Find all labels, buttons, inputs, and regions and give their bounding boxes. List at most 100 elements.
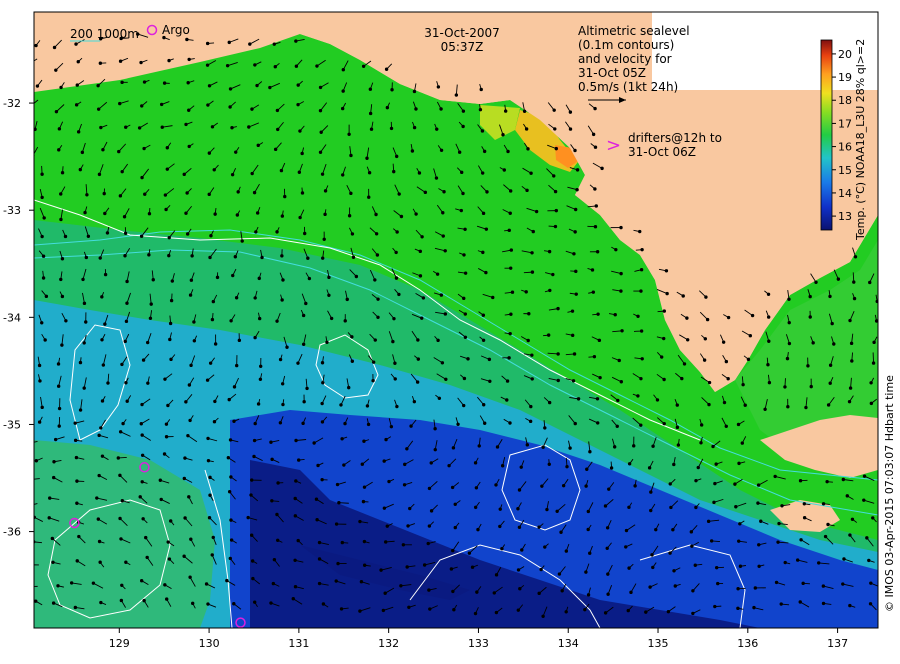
velocity-arrowhead [827, 523, 829, 525]
velocity-arrowhead [628, 506, 630, 508]
velocity-arrowhead [805, 406, 807, 408]
velocity-arrowhead [738, 540, 740, 542]
velocity-arrowhead [126, 302, 128, 304]
velocity-arrowhead [286, 346, 288, 348]
velocity-arrowhead [355, 275, 357, 277]
velocity-arrowhead [595, 205, 597, 207]
velocity-arrowhead [462, 192, 464, 194]
velocity-arrowhead [186, 38, 188, 40]
velocity-arrowhead [485, 271, 487, 273]
velocity-arrowhead [538, 526, 540, 528]
velocity-arrowhead [104, 323, 106, 325]
velocity-arrowhead [209, 362, 211, 364]
velocity-arrowhead [589, 451, 591, 453]
velocity-arrowhead [279, 422, 281, 424]
velocity-arrowhead [464, 313, 466, 315]
velocity-arrowhead [348, 386, 350, 388]
velocity-arrowhead [79, 409, 81, 411]
velocity-arrowhead [298, 171, 300, 173]
velocity-arrowhead [122, 422, 124, 424]
velocity-arrowhead [462, 125, 464, 127]
velocity-arrowhead [183, 173, 185, 175]
velocity-arrowhead [145, 536, 147, 538]
velocity-arrowhead [302, 422, 304, 424]
velocity-arrowhead [837, 278, 839, 280]
velocity-arrowhead [703, 359, 705, 361]
velocity-arrowhead [639, 230, 641, 232]
velocity-arrowhead [188, 384, 190, 386]
velocity-arrowhead [335, 580, 337, 582]
velocity-arrowhead [444, 250, 446, 252]
velocity-arrowhead [799, 479, 801, 481]
velocity-arrowhead [408, 606, 410, 608]
colorbar-tick-label: 14 [838, 187, 852, 200]
velocity-arrowhead [101, 339, 103, 341]
sst-map: 129130131132133134135136137 -32-33-34-35… [0, 0, 900, 660]
velocity-arrowhead [870, 382, 872, 384]
drifters-line-2: 31-Oct 06Z [628, 145, 696, 159]
velocity-arrowhead [587, 510, 589, 512]
velocity-arrowhead [558, 573, 560, 575]
velocity-arrowhead [477, 528, 479, 530]
velocity-arrowhead [429, 608, 431, 610]
velocity-arrowhead [391, 89, 393, 91]
velocity-arrowhead [529, 420, 531, 422]
velocity-arrowhead [436, 273, 438, 275]
velocity-arrowhead [502, 134, 504, 136]
velocity-arrowhead [297, 539, 299, 541]
velocity-arrowhead [573, 253, 575, 255]
velocity-arrowhead [531, 354, 533, 356]
velocity-arrowhead [189, 419, 191, 421]
velocity-arrowhead [610, 467, 612, 469]
velocity-arrowhead [774, 475, 776, 477]
velocity-arrowhead [253, 455, 255, 457]
velocity-arrowhead [873, 341, 875, 343]
velocity-arrowhead [395, 155, 397, 157]
velocity-arrowhead [230, 476, 232, 478]
velocity-arrowhead [851, 360, 853, 362]
velocity-arrowhead [650, 509, 652, 511]
velocity-arrowhead [237, 191, 239, 193]
velocity-arrowhead [97, 84, 99, 86]
velocity-arrowhead [31, 478, 33, 480]
velocity-arrowhead [400, 585, 402, 587]
velocity-arrowhead [251, 108, 253, 110]
velocity-arrowhead [251, 560, 253, 562]
velocity-arrowhead [143, 147, 145, 149]
velocity-arrowhead [666, 292, 668, 294]
velocity-arrowhead [796, 559, 798, 561]
velocity-arrowhead [166, 168, 168, 170]
velocity-arrowhead [697, 466, 699, 468]
velocity-arrowhead [686, 317, 688, 319]
velocity-arrowhead [597, 313, 599, 315]
velocity-arrowhead [350, 192, 352, 194]
velocity-arrowhead [598, 339, 600, 341]
velocity-arrowhead [235, 297, 237, 299]
velocity-arrowhead [458, 151, 460, 153]
velocity-arrowhead [187, 434, 189, 436]
velocity-arrowhead [308, 277, 310, 279]
y-tick-label: -32 [3, 97, 21, 110]
velocity-arrowhead [121, 584, 123, 586]
velocity-arrowhead [812, 342, 814, 344]
velocity-arrowhead [569, 447, 571, 449]
velocity-arrowhead [482, 212, 484, 214]
velocity-arrowhead [341, 438, 343, 440]
velocity-arrowhead [577, 398, 579, 400]
velocity-arrowhead [125, 382, 127, 384]
velocity-arrowhead [480, 88, 482, 90]
velocity-arrowhead [669, 483, 671, 485]
velocity-arrowhead [170, 520, 172, 522]
velocity-arrowhead [531, 271, 533, 273]
velocity-arrowhead [557, 379, 559, 381]
velocity-arrowhead [60, 278, 62, 280]
velocity-arrowhead [428, 525, 430, 527]
velocity-arrowhead [737, 588, 739, 590]
velocity-arrowhead [102, 149, 104, 151]
velocity-arrowhead [165, 208, 167, 210]
velocity-arrowhead [788, 342, 790, 344]
velocity-arrowhead [53, 461, 55, 463]
velocity-arrowhead [440, 294, 442, 296]
velocity-arrowhead [341, 541, 343, 543]
velocity-arrowhead [571, 310, 573, 312]
